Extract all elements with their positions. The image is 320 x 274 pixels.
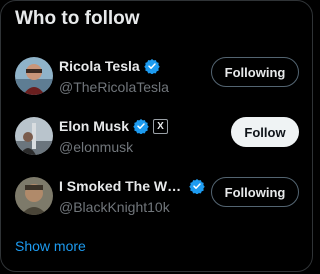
x-affiliation-icon: X	[153, 118, 169, 134]
verified-badge-icon	[133, 119, 149, 134]
account-name[interactable]: Elon Musk	[59, 118, 129, 134]
following-button[interactable]: Following	[211, 57, 299, 87]
panel-title: Who to follow	[15, 8, 140, 29]
avatar[interactable]	[15, 177, 53, 215]
account-row[interactable]: Ricola Tesla @TheRicolaTesla Following	[1, 51, 312, 111]
show-more-link[interactable]: Show more	[15, 238, 86, 254]
verified-badge-icon	[143, 59, 160, 74]
account-name[interactable]: I Smoked The W…	[59, 178, 181, 194]
verified-badge-icon	[189, 179, 205, 194]
account-handle[interactable]: @elonmusk	[59, 139, 133, 155]
account-row[interactable]: Elon Musk X @elonmusk Follow	[1, 111, 312, 171]
following-button[interactable]: Following	[211, 177, 299, 207]
follow-button[interactable]: Follow	[231, 117, 299, 147]
who-to-follow-panel: Who to follow Ricola Tesla @TheRicolaTes…	[0, 0, 313, 272]
avatar[interactable]	[15, 117, 53, 155]
avatar[interactable]	[15, 57, 53, 95]
account-handle[interactable]: @TheRicolaTesla	[59, 79, 169, 95]
account-name[interactable]: Ricola Tesla	[59, 58, 140, 74]
account-row[interactable]: I Smoked The W… @BlackKnight10k Followin…	[1, 171, 312, 231]
account-handle[interactable]: @BlackKnight10k	[59, 199, 170, 215]
